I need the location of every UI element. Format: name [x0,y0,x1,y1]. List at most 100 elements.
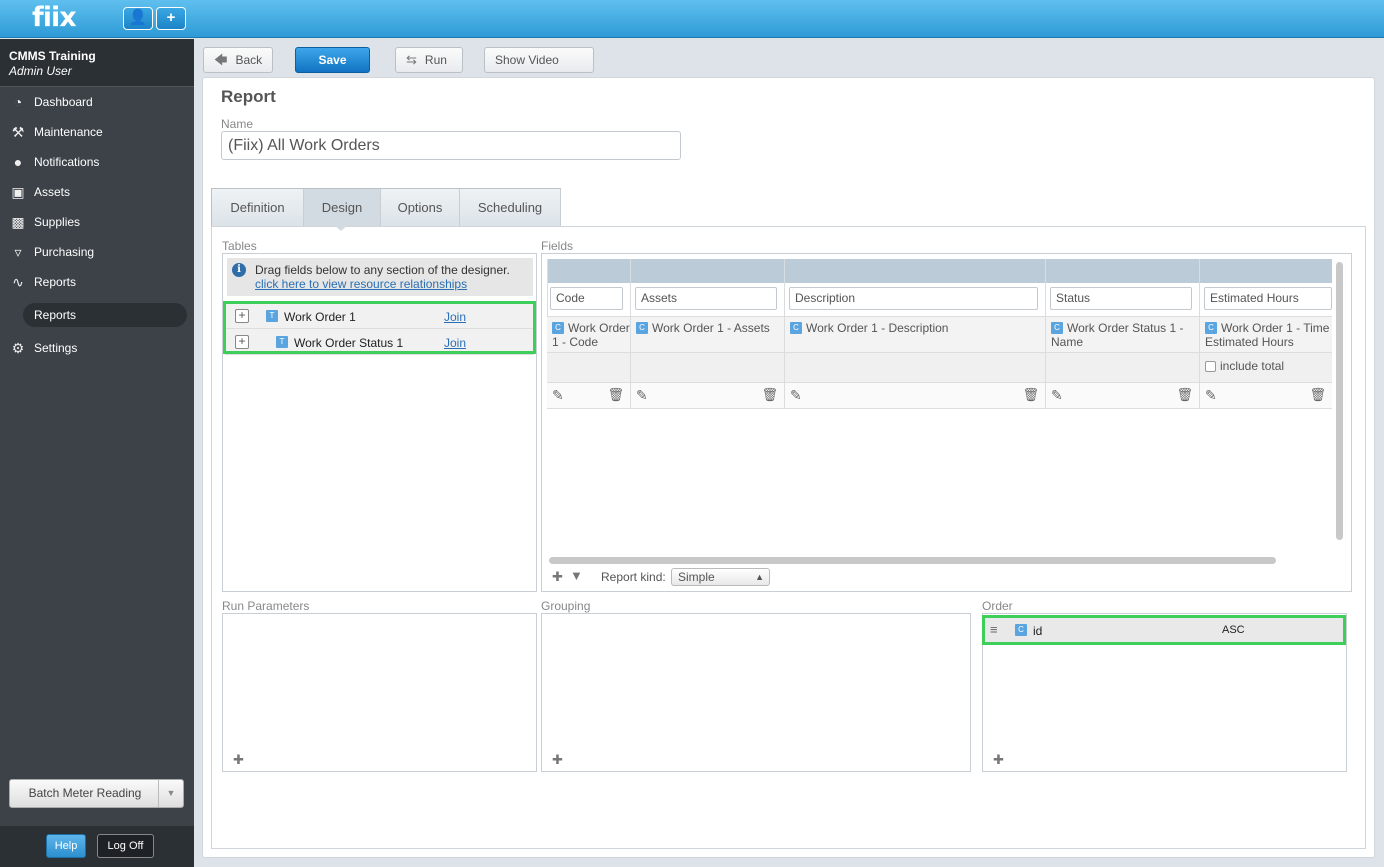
field-extra [631,353,784,383]
help-button[interactable]: Help [46,834,86,858]
order-label: Order [982,599,1013,613]
tab-design[interactable]: Design [304,189,381,226]
report-kind-value: Simple [678,570,715,584]
gear-icon: ⚙ [11,340,25,356]
add-order-icon[interactable]: ✚ [993,752,1004,768]
field-value-text: Work Order 1 - Assets [652,321,770,335]
add-parameter-icon[interactable]: ✚ [233,752,244,768]
trash-icon[interactable]: 🗑 [1176,387,1193,403]
page-title: Report [221,87,276,106]
sidebar-item-label: Maintenance [34,125,103,139]
filter-icon[interactable]: ▼ [570,568,583,583]
add-field-icon[interactable]: ✚ [552,569,563,585]
sidebar-item-maintenance[interactable]: ⚒ Maintenance [0,117,194,147]
horizontal-scrollbar[interactable] [549,557,1276,564]
info-icon: i [232,263,246,277]
include-total-label: include total [1220,359,1285,373]
cart-icon: ▿ [14,244,22,260]
chart-icon: ∿ [12,274,24,290]
chevron-updown-icon: ▲ [755,572,764,582]
sidebar-subitem-reports[interactable]: Reports [23,303,187,327]
order-highlight [982,615,1346,645]
run-parameters-panel [222,613,537,772]
sidebar-item-label: Supplies [34,215,81,229]
field-actions: ✎ 🗑 [631,383,784,409]
name-label: Name [221,117,254,131]
run-button[interactable]: ⇆ Run [395,47,463,73]
sidebar-item-label: Assets [34,185,71,199]
field-header-input[interactable]: Code [550,287,623,310]
field-actions: ✎ 🗑 [547,383,630,409]
sidebar-item-label: Purchasing [34,245,95,259]
trash-icon[interactable]: 🗑 [761,387,778,403]
tables-label: Tables [222,239,257,253]
plus-icon: + [166,9,176,26]
save-button[interactable]: Save [295,47,370,73]
sidebar-item-supplies[interactable]: ▩ Supplies [0,207,194,237]
user-name: Admin User [9,64,72,78]
sidebar-item-label: Dashboard [34,95,93,109]
wrench-icon: ⚒ [11,124,25,140]
org-header: CMMS Training Admin User [0,39,194,87]
run-parameters-label: Run Parameters [222,599,310,613]
vertical-scrollbar[interactable] [1336,262,1343,540]
field-value: C Work Order Status 1 - Name [1046,316,1199,353]
fiix-logo[interactable]: fiix [32,2,77,33]
field-header-input[interactable]: Status [1050,287,1192,310]
sidebar-item-notifications[interactable]: ● Notifications [0,147,194,177]
edit-icon[interactable]: ✎ [552,387,564,404]
top-bar: fiix 👤 + [0,0,1384,38]
edit-icon[interactable]: ✎ [1051,387,1063,404]
field-value-text: Work Order 1 - Description [806,321,949,335]
grouping-label: Grouping [541,599,591,613]
add-button[interactable]: + [156,7,186,30]
sidebar-item-settings[interactable]: ⚙ Settings [0,333,194,363]
sidebar-footer: Help Log Off [0,826,194,867]
include-total-checkbox[interactable] [1205,361,1216,372]
field-actions: ✎ 🗑 [1200,383,1332,409]
trash-icon[interactable]: 🗑 [607,387,624,403]
tab-options[interactable]: Options [381,189,460,226]
refresh-icon: ⇆ [406,52,417,67]
resource-relationships-link[interactable]: click here to view resource relationship… [255,277,467,291]
field-actions: ✎ 🗑 [1046,383,1199,409]
back-button[interactable]: 🡄 Back [203,47,273,73]
batch-meter-reading-button[interactable]: Batch Meter Reading ▼ [9,779,184,808]
chevron-down-icon[interactable]: ▼ [158,780,183,807]
sidebar-item-reports[interactable]: ∿ Reports [0,267,194,297]
field-header-input[interactable]: Estimated Hours [1204,287,1332,310]
field-value: C Work Order 1 - Description [785,316,1045,353]
sidebar-item-dashboard[interactable]: ◔ Dashboard [0,87,194,117]
user-button[interactable]: 👤 [123,7,153,30]
edit-icon[interactable]: ✎ [636,387,648,404]
field-header-input[interactable]: Description [789,287,1038,310]
log-off-button[interactable]: Log Off [97,834,154,858]
trash-icon[interactable]: 🗑 [1022,387,1039,403]
show-video-help-button[interactable]: Show Video Help [484,47,594,91]
active-tab-pointer [334,225,348,231]
field-header-input[interactable]: Assets [635,287,777,310]
info-text: Drag fields below to any section of the … [255,263,510,277]
add-grouping-icon[interactable]: ✚ [552,752,563,768]
org-name: CMMS Training [9,49,96,63]
speech-bubble-icon: ● [13,154,23,170]
field-value: C Work Order 1 - Time Estimated Hours [1200,316,1332,353]
edit-icon[interactable]: ✎ [790,387,802,404]
trash-icon[interactable]: 🗑 [1309,387,1326,403]
edit-icon[interactable]: ✎ [1205,387,1217,404]
field-value: C Work Order 1 - Assets [631,316,784,353]
field-extra [785,353,1045,383]
report-kind-select[interactable]: Simple ▲ [671,568,770,586]
box-icon: ▣ [11,184,25,200]
batch-label: Batch Meter Reading [28,786,142,800]
run-label: Run [424,53,447,67]
tab-scheduling[interactable]: Scheduling [460,189,561,226]
sidebar-item-label: Notifications [34,155,100,169]
sidebar-item-assets[interactable]: ▣ Assets [0,177,194,207]
field-value: C Work Order 1 - Code [547,316,630,353]
sidebar-item-purchasing[interactable]: ▿ Purchasing [0,237,194,267]
back-label: Back [235,53,263,67]
report-name-input[interactable] [221,131,681,160]
tab-definition[interactable]: Definition [212,189,304,226]
tables-highlight [223,301,536,354]
